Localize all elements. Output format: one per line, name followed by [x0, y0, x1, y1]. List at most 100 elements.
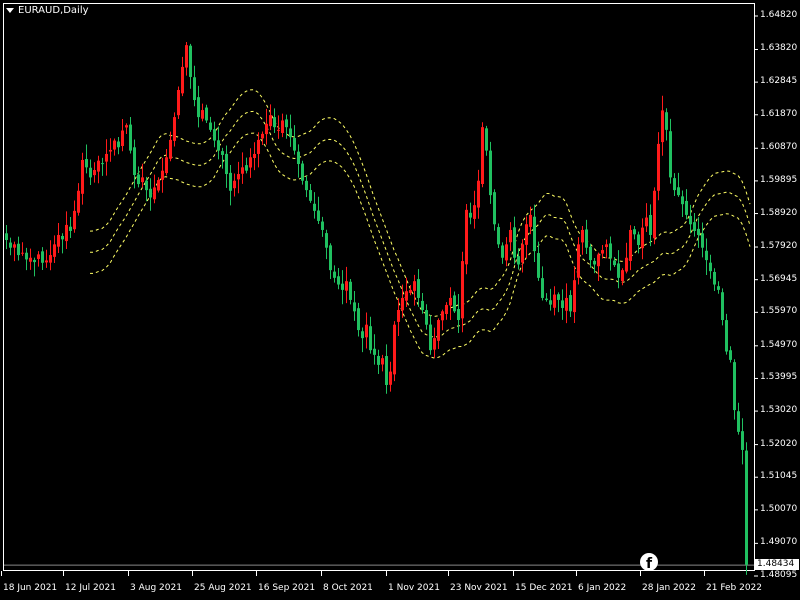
- candle-body: [653, 190, 656, 239]
- candle-bearish: [569, 290, 572, 318]
- candle-body: [261, 133, 264, 139]
- candle-bearish: [333, 265, 336, 283]
- price-tick-label: 1.58920: [760, 207, 798, 218]
- dropdown-triangle-icon[interactable]: [6, 8, 14, 13]
- candle-bullish: [73, 200, 76, 233]
- date-tick-label: 15 Dec 2021: [515, 583, 573, 593]
- candle-body: [141, 177, 144, 183]
- candle-body: [173, 117, 176, 141]
- date-tick-label: 6 Jan 2022: [578, 583, 627, 593]
- candle-body: [325, 233, 328, 248]
- date-tick-label: 25 Aug 2021: [194, 583, 252, 593]
- candle-body: [113, 140, 116, 150]
- candle-body: [541, 278, 544, 298]
- price-tick-label: 1.57920: [760, 241, 798, 252]
- candle-body: [73, 210, 76, 230]
- candle-body: [489, 150, 492, 196]
- candle-body: [649, 215, 652, 235]
- candle-body: [53, 244, 56, 257]
- candle-bullish: [629, 225, 632, 271]
- candle-bearish: [301, 160, 304, 185]
- candle-body: [221, 151, 224, 155]
- chart-title[interactable]: EURAUD,Daily: [6, 5, 89, 16]
- candle-bullish: [509, 222, 512, 251]
- candle-body: [145, 180, 148, 191]
- candle-bullish: [81, 152, 84, 205]
- candle-body: [25, 252, 28, 260]
- candle-bearish: [469, 202, 472, 225]
- date-tick-label: 28 Jan 2022: [642, 583, 696, 593]
- candle-body: [721, 292, 724, 321]
- candle-bullish: [525, 216, 528, 259]
- candle-bearish: [349, 278, 352, 305]
- candle-bearish: [329, 243, 332, 279]
- candle-bearish: [493, 189, 496, 231]
- candle-body: [681, 196, 684, 205]
- candle-body: [545, 298, 548, 300]
- candle-bullish: [465, 204, 468, 275]
- candle-bearish: [373, 334, 376, 365]
- candle-bearish: [293, 125, 296, 155]
- candle-bullish: [437, 318, 440, 350]
- candle-bullish: [113, 138, 116, 156]
- candle-body: [41, 251, 44, 263]
- candle-body: [637, 234, 640, 246]
- price-tick-label: 1.64820: [760, 10, 798, 20]
- candle-bullish: [657, 132, 660, 201]
- candle-bullish: [237, 161, 240, 194]
- date-tick-label: 23 Nov 2021: [450, 583, 508, 593]
- candle-body: [457, 309, 460, 321]
- candle-bearish: [737, 402, 740, 435]
- candle-bullish: [461, 251, 464, 333]
- candle-bullish: [601, 245, 604, 259]
- candle-body: [537, 253, 540, 278]
- candle-body: [333, 271, 336, 278]
- price-chart[interactable]: f: [0, 0, 800, 600]
- candle-bearish: [341, 270, 344, 305]
- candle-body: [393, 324, 396, 375]
- candle-bearish: [725, 313, 728, 355]
- candle-body: [469, 212, 472, 218]
- candle-body: [97, 160, 100, 172]
- candle-bearish: [453, 291, 456, 314]
- candle-body: [277, 129, 280, 131]
- candle-body: [705, 250, 708, 261]
- candle-body: [685, 200, 688, 215]
- candle-body: [101, 163, 104, 165]
- price-tick-label: 1.55970: [760, 306, 798, 317]
- axis-ticks: [1, 15, 758, 577]
- candle-body: [617, 263, 620, 278]
- candle-bullish: [393, 321, 396, 382]
- candle-body: [17, 243, 20, 256]
- candle-bearish: [501, 242, 504, 264]
- candle-body: [185, 45, 188, 68]
- candle-body: [529, 214, 532, 227]
- candle-body: [409, 289, 412, 293]
- price-tick-label: 1.63820: [760, 43, 798, 54]
- candle-bearish: [673, 173, 676, 196]
- candle-bearish: [517, 248, 520, 270]
- candle-body: [725, 320, 728, 352]
- candle-body: [589, 246, 592, 261]
- price-tick-label: 1.49070: [760, 537, 798, 548]
- candle-bearish: [541, 266, 544, 301]
- candle-body: [433, 338, 436, 350]
- candle-body: [9, 242, 12, 248]
- candle-bullish: [577, 237, 580, 285]
- candle-body: [293, 137, 296, 151]
- candle-body: [161, 170, 164, 180]
- candle-bearish: [325, 229, 328, 260]
- price-tick-label: 1.60870: [760, 142, 798, 153]
- candle-body: [729, 350, 732, 360]
- candle-bullish: [161, 157, 164, 193]
- candle-bearish: [17, 236, 20, 261]
- candle-body: [381, 358, 384, 365]
- candle-body: [697, 228, 700, 235]
- candle-bearish: [689, 204, 692, 234]
- candle-bearish: [513, 216, 516, 265]
- candle-bullish: [621, 268, 624, 286]
- candle-body: [225, 153, 228, 175]
- candle-bearish: [5, 225, 8, 250]
- candle-bearish: [633, 225, 636, 240]
- candle-bullish: [477, 169, 480, 219]
